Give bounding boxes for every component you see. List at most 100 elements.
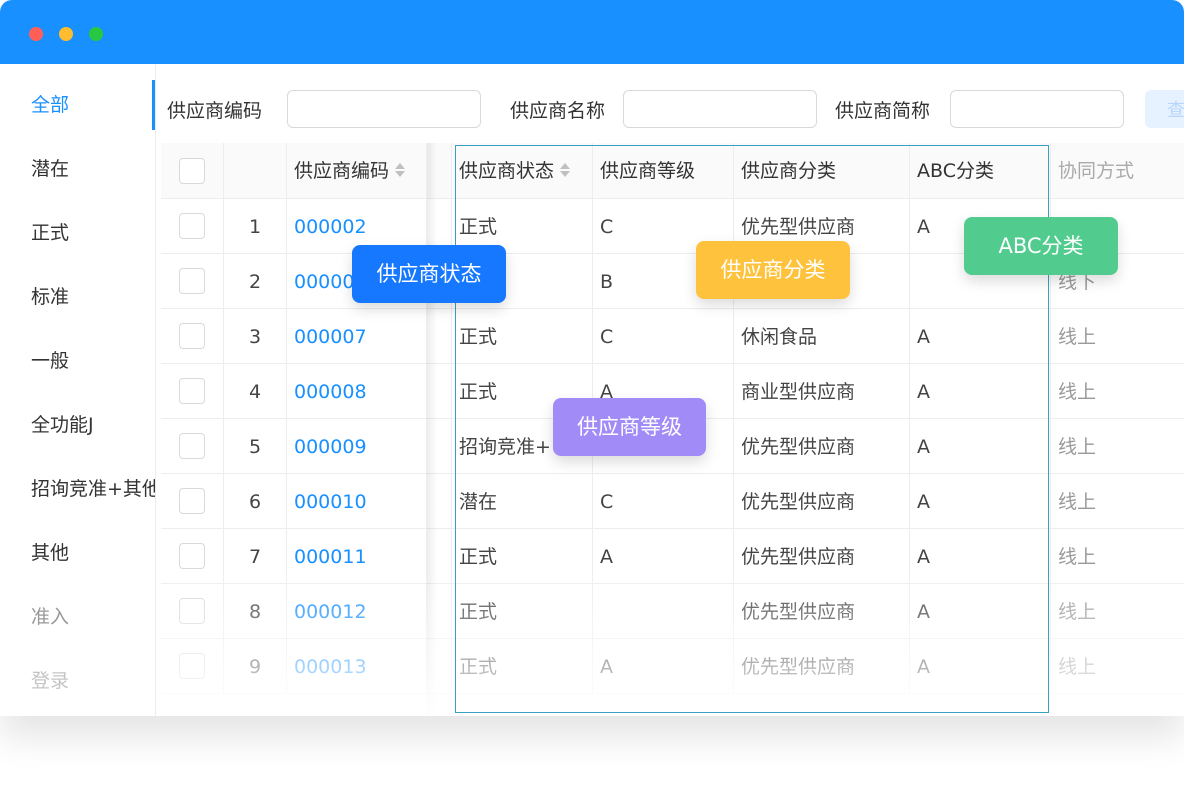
cell-code[interactable]: 000013 xyxy=(287,639,427,694)
supplier-short-name-input[interactable] xyxy=(950,90,1124,128)
sidebar-divider xyxy=(155,64,156,716)
cell-index: 6 xyxy=(224,474,287,529)
sidebar-item-formal[interactable]: 正式 xyxy=(31,221,69,245)
header-abc-category[interactable]: ABC分类 xyxy=(910,143,1051,199)
cell-index: 2 xyxy=(224,254,287,309)
row-select-cell xyxy=(161,474,224,529)
cell-index: 8 xyxy=(224,584,287,639)
sort-icon[interactable] xyxy=(560,162,571,177)
cell-code[interactable]: 000010 xyxy=(287,474,427,529)
row-select-cell xyxy=(161,584,224,639)
row-checkbox[interactable] xyxy=(179,213,205,239)
header-supplier-code-label: 供应商编码 xyxy=(294,160,390,182)
supplier-code-input[interactable] xyxy=(287,90,481,128)
cell-status: 潜在 xyxy=(452,474,593,529)
row-checkbox[interactable] xyxy=(179,433,205,459)
row-checkbox[interactable] xyxy=(179,268,205,294)
row-select-cell xyxy=(161,199,224,254)
sidebar-item-inquiry-other[interactable]: 招询竞准+其他 xyxy=(31,477,156,501)
header-select-all-cell xyxy=(161,143,224,199)
cell-index: 3 xyxy=(224,309,287,364)
cell-category: 优先型供应商 xyxy=(734,639,910,694)
header-supplier-level[interactable]: 供应商等级 xyxy=(593,143,734,199)
cell-level: A xyxy=(593,529,734,584)
query-button[interactable]: 查 xyxy=(1145,90,1184,128)
sidebar-active-indicator xyxy=(152,80,155,130)
sidebar-item-admission[interactable]: 准入 xyxy=(31,605,69,629)
maximize-window-button[interactable] xyxy=(89,27,103,41)
cell-abc: A xyxy=(910,584,1051,639)
supplier-code-label: 供应商编码 xyxy=(167,100,263,122)
supplier-name-input[interactable] xyxy=(623,90,817,128)
sidebar: 全部 潜在 正式 标准 一般 全功能J 招询竞准+其他 其他 准入 登录 xyxy=(0,64,156,716)
sidebar-item-potential[interactable]: 潜在 xyxy=(31,157,69,181)
cell-category: 优先型供应商 xyxy=(734,529,910,584)
cell-category: 优先型供应商 xyxy=(734,474,910,529)
app-window: 全部 潜在 正式 标准 一般 全功能J 招询竞准+其他 其他 准入 登录 供应商… xyxy=(0,0,1184,716)
close-window-button[interactable] xyxy=(29,27,43,41)
sort-icon[interactable] xyxy=(395,162,406,177)
cell-abc: A xyxy=(910,474,1051,529)
sidebar-item-login[interactable]: 登录 xyxy=(31,669,69,693)
row-checkbox[interactable] xyxy=(179,653,205,679)
cell-abc: A xyxy=(910,364,1051,419)
cell-status: 正式 xyxy=(452,529,593,584)
row-checkbox[interactable] xyxy=(179,543,205,569)
row-checkbox[interactable] xyxy=(179,598,205,624)
cell-index: 5 xyxy=(224,419,287,474)
cell-code[interactable]: 000007 xyxy=(287,309,427,364)
cell-code[interactable]: 000008 xyxy=(287,364,427,419)
cell-category: 休闲食品 xyxy=(734,309,910,364)
cell-index: 1 xyxy=(224,199,287,254)
row-select-cell xyxy=(161,419,224,474)
cell-code[interactable]: 000012 xyxy=(287,584,427,639)
title-bar xyxy=(0,0,1184,64)
tag-supplier-category: 供应商分类 xyxy=(696,241,850,299)
header-coop-mode[interactable]: 协同方式 xyxy=(1051,143,1184,199)
tag-supplier-level: 供应商等级 xyxy=(553,398,706,456)
cell-level xyxy=(593,584,734,639)
cell-abc: A xyxy=(910,419,1051,474)
cell-level: A xyxy=(593,639,734,694)
cell-coop: 线上 xyxy=(1051,584,1184,639)
select-all-checkbox[interactable] xyxy=(179,158,205,184)
cell-category: 优先型供应商 xyxy=(734,584,910,639)
cell-coop: 线上 xyxy=(1051,364,1184,419)
cell-level: C xyxy=(593,474,734,529)
cell-status: 正式 xyxy=(452,584,593,639)
row-select-cell xyxy=(161,254,224,309)
cell-coop: 线上 xyxy=(1051,419,1184,474)
cell-status: 正式 xyxy=(452,639,593,694)
cell-code[interactable]: 000011 xyxy=(287,529,427,584)
sidebar-item-other[interactable]: 其他 xyxy=(31,541,69,565)
cell-code[interactable]: 000009 xyxy=(287,419,427,474)
minimize-window-button[interactable] xyxy=(59,27,73,41)
header-supplier-code[interactable]: 供应商编码 xyxy=(287,143,427,199)
cell-coop: 线上 xyxy=(1051,639,1184,694)
cell-abc: A xyxy=(910,529,1051,584)
header-supplier-category[interactable]: 供应商分类 xyxy=(734,143,910,199)
sidebar-item-full-function[interactable]: 全功能J xyxy=(31,413,94,437)
cell-index: 4 xyxy=(224,364,287,419)
row-checkbox[interactable] xyxy=(179,323,205,349)
row-select-cell xyxy=(161,529,224,584)
cell-coop: 线上 xyxy=(1051,529,1184,584)
supplier-name-label: 供应商名称 xyxy=(510,100,606,122)
sidebar-item-general[interactable]: 一般 xyxy=(31,349,69,373)
cell-category: 商业型供应商 xyxy=(734,364,910,419)
cell-category: 优先型供应商 xyxy=(734,419,910,474)
header-supplier-status[interactable]: 供应商状态 xyxy=(452,143,593,199)
cell-index: 9 xyxy=(224,639,287,694)
fixed-column-shadow xyxy=(427,143,437,716)
sidebar-item-all[interactable]: 全部 xyxy=(31,93,69,117)
row-checkbox[interactable] xyxy=(179,378,205,404)
cell-index: 7 xyxy=(224,529,287,584)
tag-abc-category: ABC分类 xyxy=(964,217,1118,275)
sidebar-item-standard[interactable]: 标准 xyxy=(31,285,69,309)
row-select-cell xyxy=(161,639,224,694)
header-index-cell xyxy=(224,143,287,199)
cell-coop: 线上 xyxy=(1051,309,1184,364)
cell-coop: 线上 xyxy=(1051,474,1184,529)
cell-abc: A xyxy=(910,639,1051,694)
row-checkbox[interactable] xyxy=(179,488,205,514)
